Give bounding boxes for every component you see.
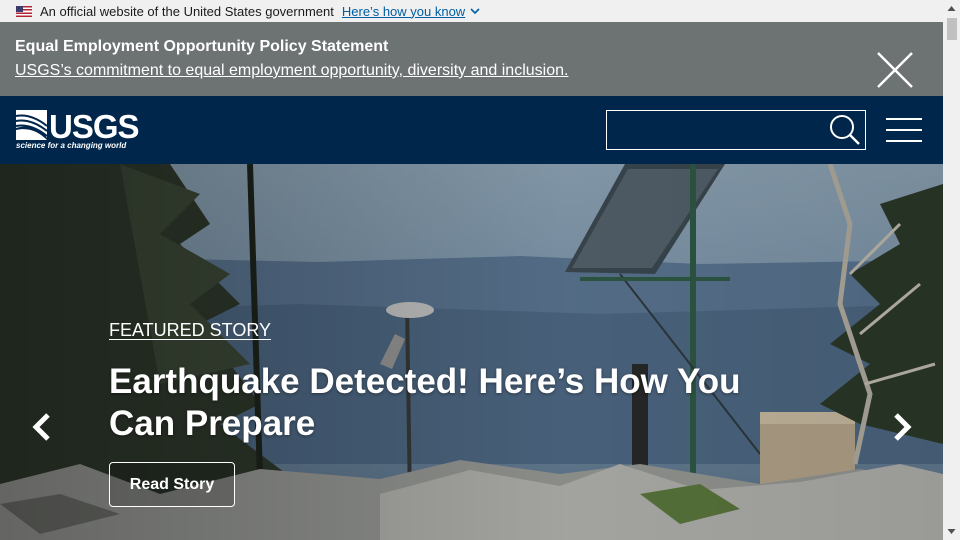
alert-title: Equal Employment Opportunity Policy Stat… [15, 38, 389, 55]
read-story-button[interactable]: Read Story [109, 462, 235, 507]
search-input[interactable] [607, 111, 817, 149]
hero-title: Earthquake Detected! Here’s How You Can … [109, 362, 741, 443]
search-icon[interactable] [827, 113, 863, 147]
svg-text:USGS: USGS [49, 108, 139, 145]
chevron-left-icon[interactable] [30, 409, 54, 445]
chevron-right-icon[interactable] [890, 409, 914, 445]
chevron-down-icon [470, 8, 480, 15]
site-header: USGS science for a changing world [0, 96, 943, 164]
eeo-alert: Equal Employment Opportunity Policy Stat… [0, 22, 943, 96]
close-icon[interactable] [874, 49, 916, 91]
heres-how-you-know-link[interactable]: Here’s how you know [342, 4, 480, 19]
menu-icon[interactable] [886, 118, 922, 144]
featured-story-eyebrow[interactable]: FEATURED STORY [109, 320, 271, 341]
featured-story-hero: FEATURED STORY Earthquake Detected! Here… [0, 164, 943, 540]
page-scrollbar[interactable] [943, 0, 960, 540]
official-gov-banner: An official website of the United States… [0, 0, 943, 22]
heres-how-you-know-label: Here’s how you know [341, 3, 466, 19]
logo-tagline: science for a changing world [16, 141, 127, 150]
scrollbar-thumb[interactable] [947, 18, 957, 40]
us-flag-icon [16, 5, 32, 17]
gov-banner-text: An official website of the United States… [40, 3, 334, 19]
scroll-up-icon[interactable] [943, 0, 960, 17]
search-form [606, 110, 866, 150]
hero-content: FEATURED STORY Earthquake Detected! Here… [109, 320, 809, 507]
alert-link[interactable]: USGS’s commitment to equal employment op… [15, 62, 568, 80]
scroll-down-icon[interactable] [943, 523, 960, 540]
